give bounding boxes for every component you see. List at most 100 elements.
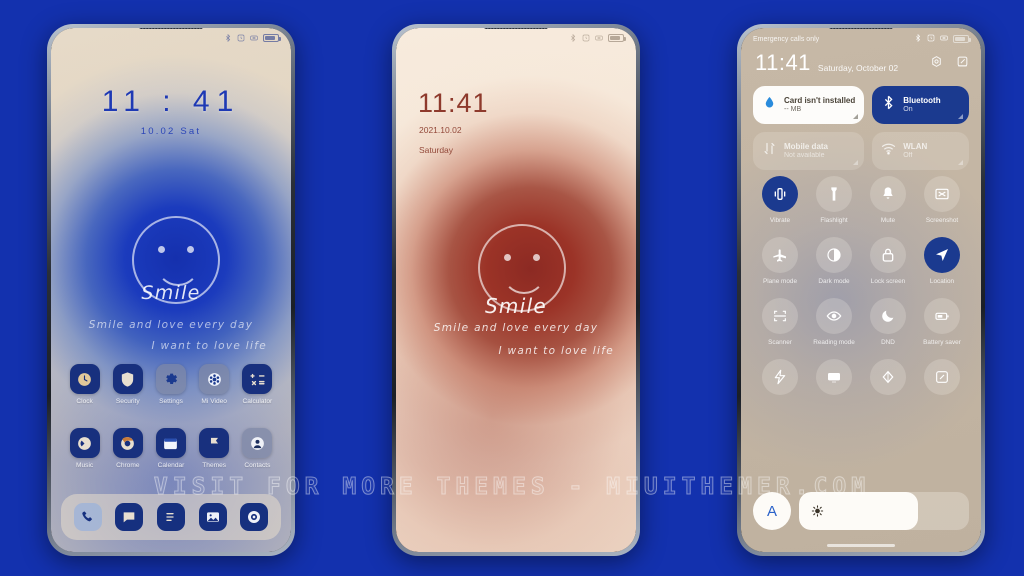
expand-corner-icon[interactable] [958, 160, 963, 165]
toggle-flash[interactable] [753, 359, 807, 400]
battery-icon [924, 298, 960, 334]
toggle-label: Reading mode [813, 339, 855, 346]
themes-icon [199, 428, 230, 458]
eye-icon [816, 298, 852, 334]
cast-icon [816, 359, 852, 395]
app-music[interactable]: Music [63, 428, 106, 469]
app-label: Mi Video [201, 398, 227, 405]
toggle-label: Battery saver [923, 339, 961, 346]
toggle-label: Mute [880, 217, 896, 224]
toggle-plane-mode[interactable]: Plane mode [753, 237, 807, 285]
toggle-dnd[interactable]: DND [861, 298, 915, 346]
camera-icon[interactable] [240, 503, 269, 531]
tile-data-usage[interactable]: Card isn't installed -- MB [753, 86, 865, 124]
earpiece-speaker [139, 28, 203, 29]
app-calendar[interactable]: Calendar [149, 428, 192, 469]
toggle-sync[interactable] [861, 359, 915, 400]
silent-icon [250, 34, 258, 42]
toggle-cast[interactable] [807, 359, 861, 400]
shield-icon [112, 364, 143, 394]
app-grid-row-2: Music Chrome Calendar Themes Contacts [63, 428, 279, 469]
data-usage-icon [762, 95, 777, 115]
edit-icon[interactable] [956, 55, 969, 73]
brightness-slider[interactable] [799, 492, 969, 530]
settings-icon[interactable] [930, 55, 943, 73]
toggle-label: Dark mode [818, 278, 850, 285]
tile-subtitle: Off [903, 151, 913, 159]
phone-3-control-center: Emergency calls only 11:41 Saturday, Oct… [737, 24, 985, 556]
toggle-dark-mode[interactable]: Dark mode [807, 237, 861, 285]
phone-1-date: 10.02 Sat [140, 126, 202, 137]
expand-corner-icon[interactable] [853, 114, 859, 119]
video-icon [199, 364, 230, 394]
toggle-flashlight[interactable]: Flashlight [807, 176, 861, 224]
wallpaper-line-1: Smile and love every day [433, 322, 599, 334]
scanner-icon [762, 298, 798, 334]
phone-icon[interactable] [73, 503, 102, 531]
app-security[interactable]: Security [106, 364, 149, 405]
tile-subtitle: On [903, 105, 913, 113]
app-chrome[interactable]: Chrome [106, 428, 149, 469]
wifi-icon [881, 141, 896, 161]
wallpaper-line-2: I want to love life [498, 345, 614, 357]
toggle-screenshot[interactable]: Screenshot [915, 176, 969, 224]
tile-bluetooth[interactable]: Bluetooth On [872, 86, 969, 124]
toggle-lock-screen[interactable]: Lock screen [861, 237, 915, 285]
clock-icon [69, 364, 100, 394]
tile-title: Card isn't installed [784, 96, 856, 106]
phone-2-statusbar [569, 34, 626, 42]
bell-icon [870, 176, 906, 212]
toggle-label: Scanner [768, 339, 792, 346]
calendar-icon [155, 428, 186, 458]
phone-1-home-screen: 11 : 41 10.02 Sat Smile Smile and love e… [47, 24, 295, 556]
toggle-scanner[interactable]: Scanner [753, 298, 807, 346]
silent-icon [595, 34, 603, 42]
toggle-vibrate[interactable]: Vibrate [753, 176, 807, 224]
silent-icon [940, 34, 948, 44]
earpiece-speaker [484, 28, 548, 29]
toggle-label: Lock screen [870, 278, 906, 285]
moon-icon [870, 298, 906, 334]
app-calculator[interactable]: Calculator [236, 364, 279, 405]
app-label: Themes [202, 462, 227, 469]
gallery-icon[interactable] [198, 503, 227, 531]
phone-2-screen: 11:41 2021.10.02 Saturday Smile Smile an… [396, 28, 636, 552]
carrier-label: Emergency calls only [753, 35, 820, 43]
phone-3-statusbar: Emergency calls only [753, 33, 971, 44]
toggle-edit[interactable] [915, 359, 969, 400]
app-label: Music [75, 462, 94, 469]
toggle-reading-mode[interactable]: Reading mode [807, 298, 861, 346]
app-label: Calendar [157, 462, 185, 469]
app-label: Contacts [244, 462, 271, 469]
app-contacts[interactable]: Contacts [236, 428, 279, 469]
app-themes[interactable]: Themes [193, 428, 236, 469]
app-settings[interactable]: Settings [149, 364, 192, 405]
dock [61, 494, 281, 540]
alarm-icon [927, 34, 935, 44]
nav-gesture-bar[interactable] [827, 544, 895, 547]
notes-icon[interactable] [156, 503, 185, 531]
bluetooth-icon [914, 33, 922, 44]
expand-corner-icon[interactable] [958, 114, 963, 119]
toggle-label: Location [929, 278, 955, 285]
tile-wlan[interactable]: WLAN Off [872, 132, 969, 170]
auto-brightness-button[interactable]: A [753, 492, 791, 530]
tile-mobile-data[interactable]: Mobile data Not available [753, 132, 865, 170]
phone-1-screen: 11 : 41 10.02 Sat Smile Smile and love e… [51, 28, 291, 552]
airplane-icon [762, 237, 798, 273]
bluetooth-icon [881, 95, 896, 115]
app-label: Security [115, 398, 140, 405]
message-icon[interactable] [115, 503, 144, 531]
app-clock[interactable]: Clock [63, 364, 106, 405]
flash-icon [762, 359, 798, 395]
toggle-battery-saver[interactable]: Battery saver [915, 298, 969, 346]
app-mi-video[interactable]: Mi Video [193, 364, 236, 405]
phone-2-lock-screen: 11:41 2021.10.02 Saturday Smile Smile an… [392, 24, 640, 556]
toggle-grid: Vibrate Flashlight Mute Screenshot Plane… [753, 176, 969, 400]
toggle-location[interactable]: Location [915, 237, 969, 285]
toggle-mute[interactable]: Mute [861, 176, 915, 224]
expand-corner-icon[interactable] [853, 160, 859, 165]
phone-2-day: Saturday [419, 145, 454, 155]
alarm-icon [237, 34, 245, 42]
sync-icon [870, 359, 906, 395]
